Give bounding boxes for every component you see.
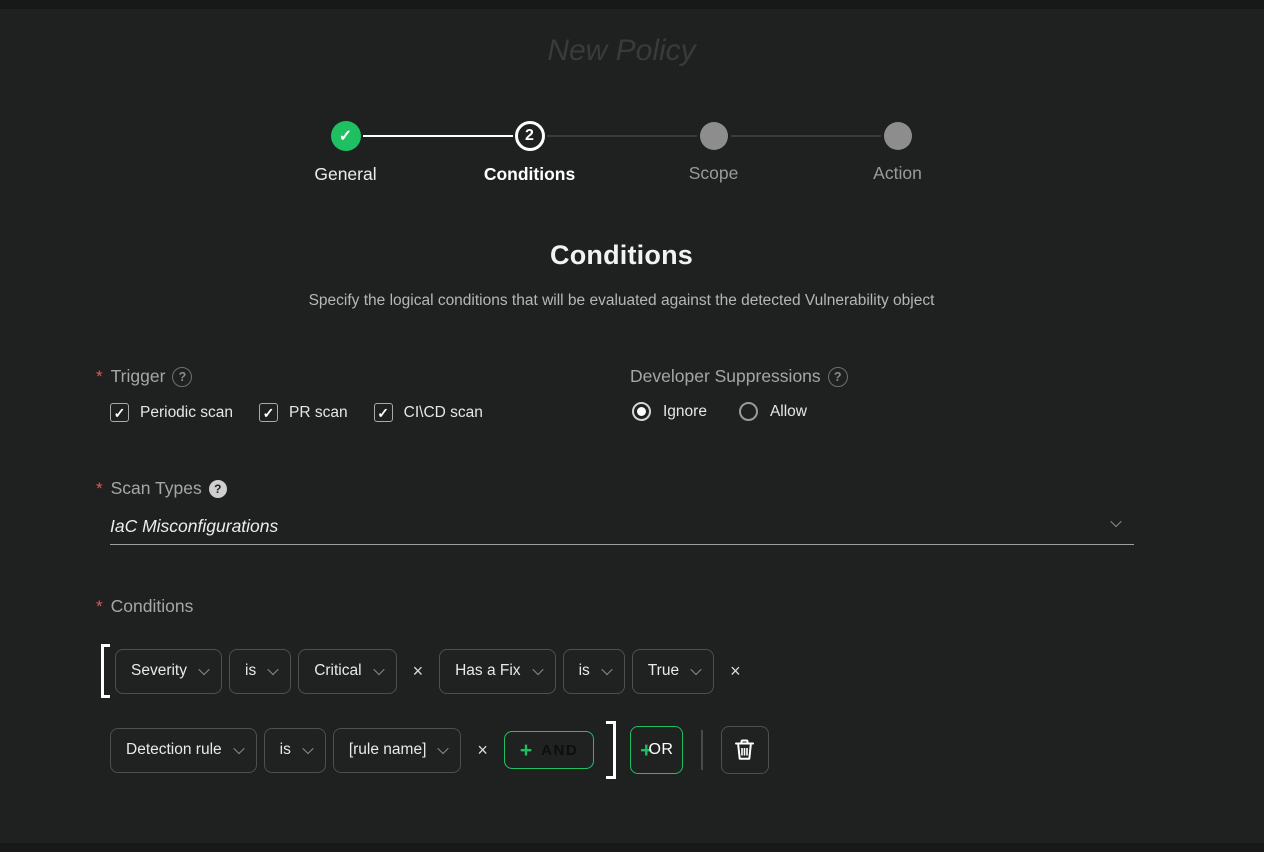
step-label-action: Action: [873, 163, 922, 184]
remove-clause-button[interactable]: ×: [413, 662, 424, 680]
chevron-down-icon: [601, 664, 612, 675]
page-title: New Policy: [0, 34, 1243, 68]
developer-suppressions-options: Ignore Allow: [632, 402, 848, 421]
chevron-down-icon: [268, 664, 279, 675]
trigger-section: * Trigger ? ✓ Periodic scan ✓ PR scan ✓ …: [96, 366, 483, 422]
radio-label: Allow: [770, 403, 807, 421]
checkbox-label: Periodic scan: [140, 404, 233, 422]
chevron-down-icon: [690, 664, 701, 675]
new-policy-wizard: New Policy ✓ General 2 Conditions Scope …: [0, 0, 1243, 852]
step-active-indicator: 2: [515, 121, 545, 151]
section-subheading: Specify the logical conditions that will…: [0, 292, 1243, 310]
stepper-step-general[interactable]: ✓ General: [254, 121, 438, 185]
condition-row: Detection rule is [rule name] × + AND: [110, 721, 769, 779]
dropdown-value-true[interactable]: True: [632, 649, 714, 694]
conditions-group: Severity is Critical × Has a Fix is: [110, 644, 769, 779]
add-and-button[interactable]: + AND: [504, 731, 594, 769]
scan-types-value: IaC Misconfigurations: [110, 516, 278, 537]
checkbox-pr-scan[interactable]: ✓ PR scan: [259, 403, 348, 422]
dropdown-operator-is[interactable]: is: [229, 649, 291, 694]
group-bracket-open: [101, 644, 110, 698]
conditions-label: Conditions: [111, 596, 194, 617]
stepper-step-action[interactable]: Action: [806, 121, 990, 185]
step-number: 2: [525, 127, 534, 145]
chevron-down-icon: [373, 664, 384, 675]
required-asterisk: *: [96, 367, 103, 387]
wizard-stepper: ✓ General 2 Conditions Scope Action: [254, 121, 990, 185]
plus-icon: +: [520, 740, 532, 761]
checkbox-checked-icon: ✓: [110, 403, 129, 422]
required-asterisk: *: [96, 597, 103, 617]
radio-unselected-icon: [739, 402, 758, 421]
remove-clause-button[interactable]: ×: [730, 662, 741, 680]
step-completed-icon: ✓: [331, 121, 361, 151]
condition-row: Severity is Critical × Has a Fix is: [110, 644, 769, 698]
trash-icon: [733, 738, 756, 762]
scan-types-label: Scan Types: [111, 478, 202, 499]
step-label-general: General: [314, 164, 376, 185]
required-asterisk: *: [96, 479, 103, 499]
scan-types-label-row: * Scan Types ?: [96, 478, 1134, 499]
add-or-label: OR: [648, 741, 673, 759]
step-label-scope: Scope: [689, 163, 739, 184]
stepper-step-conditions[interactable]: 2 Conditions: [438, 121, 622, 185]
trigger-options: ✓ Periodic scan ✓ PR scan ✓ CI\CD scan: [110, 403, 483, 422]
trigger-label: Trigger: [111, 366, 166, 387]
dropdown-value-rule-name[interactable]: [rule name]: [333, 728, 462, 773]
help-icon[interactable]: ?: [172, 367, 192, 387]
chevron-down-icon: [1110, 516, 1121, 527]
remove-clause-button[interactable]: ×: [477, 741, 488, 759]
dropdown-field-has-a-fix[interactable]: Has a Fix: [439, 649, 555, 694]
checkbox-checked-icon: ✓: [259, 403, 278, 422]
stepper-step-scope[interactable]: Scope: [622, 121, 806, 185]
dropdown-value-critical[interactable]: Critical: [298, 649, 396, 694]
help-icon-filled[interactable]: ?: [209, 480, 227, 498]
conditions-label-row: * Conditions: [96, 596, 769, 617]
chevron-down-icon: [198, 664, 209, 675]
developer-suppressions-label-row: Developer Suppressions ?: [630, 366, 848, 387]
checkbox-periodic-scan[interactable]: ✓ Periodic scan: [110, 403, 233, 422]
dropdown-operator-is[interactable]: is: [264, 728, 326, 773]
radio-ignore[interactable]: Ignore: [632, 402, 707, 421]
radio-label: Ignore: [663, 403, 707, 421]
vertical-divider: [701, 730, 703, 770]
add-and-label: AND: [541, 742, 578, 759]
chevron-down-icon: [532, 664, 543, 675]
delete-condition-group-button[interactable]: [721, 726, 769, 774]
scan-types-select[interactable]: IaC Misconfigurations: [110, 509, 1134, 545]
dropdown-field-severity[interactable]: Severity: [115, 649, 222, 694]
developer-suppressions-label: Developer Suppressions: [630, 366, 821, 387]
trigger-label-row: * Trigger ?: [96, 366, 483, 387]
step-pending-indicator: [884, 122, 912, 150]
section-heading: Conditions: [0, 240, 1243, 271]
chevron-down-icon: [302, 743, 313, 754]
checkbox-label: PR scan: [289, 404, 348, 422]
radio-allow[interactable]: Allow: [739, 402, 807, 421]
checkbox-checked-icon: ✓: [374, 403, 393, 422]
dropdown-field-detection-rule[interactable]: Detection rule: [110, 728, 257, 773]
check-icon: ✓: [339, 126, 352, 146]
scan-types-section: * Scan Types ? IaC Misconfigurations: [96, 478, 1134, 545]
checkbox-label: CI\CD scan: [404, 404, 483, 422]
group-bracket-close: [606, 721, 616, 779]
chevron-down-icon: [438, 743, 449, 754]
chevron-down-icon: [233, 743, 244, 754]
conditions-section: * Conditions Severity is Critical: [96, 596, 769, 779]
add-or-button[interactable]: + OR: [630, 726, 683, 774]
step-label-conditions: Conditions: [484, 164, 575, 185]
step-pending-indicator: [700, 122, 728, 150]
developer-suppressions-section: Developer Suppressions ? Ignore Allow: [630, 366, 848, 421]
dropdown-operator-is[interactable]: is: [563, 649, 625, 694]
radio-selected-icon: [632, 402, 651, 421]
help-icon[interactable]: ?: [828, 367, 848, 387]
checkbox-cicd-scan[interactable]: ✓ CI\CD scan: [374, 403, 483, 422]
